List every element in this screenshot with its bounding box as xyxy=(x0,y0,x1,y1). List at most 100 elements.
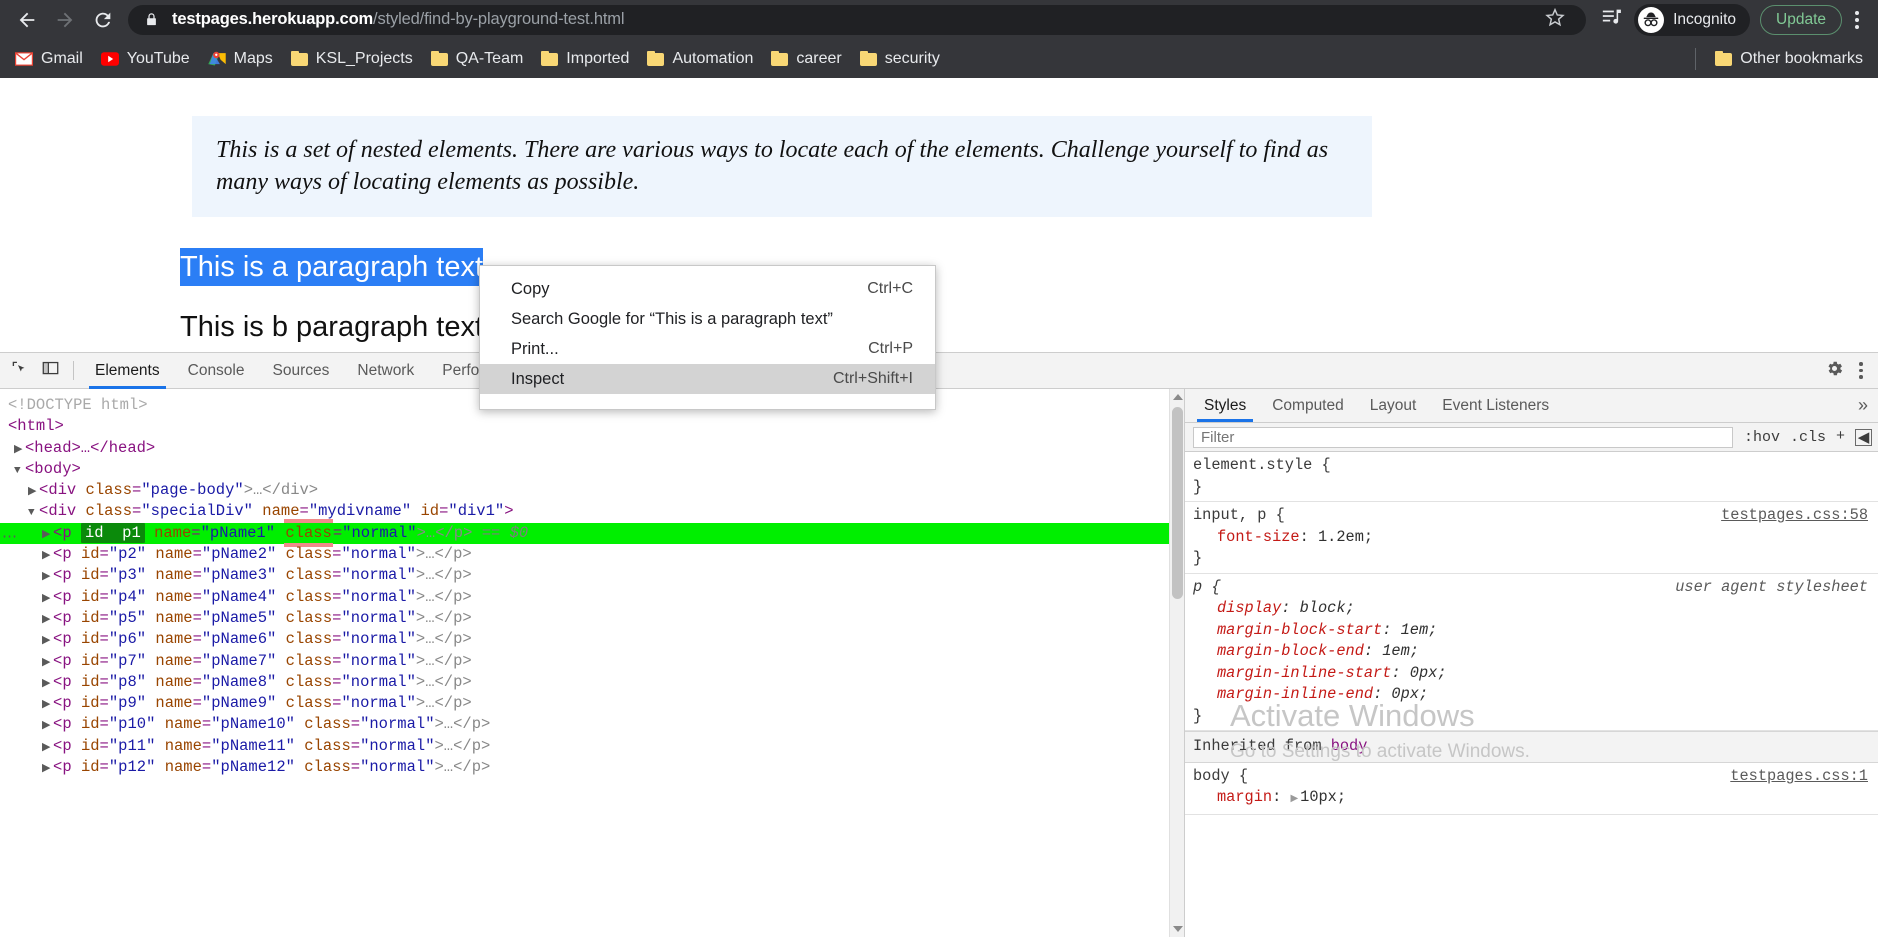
gear-icon xyxy=(1825,359,1844,383)
tab-layout[interactable]: Layout xyxy=(1357,389,1430,422)
expand-triangle-icon[interactable]: ▶ xyxy=(42,631,53,652)
dom-row-head[interactable]: ▶ <head>…</head> xyxy=(0,438,1184,459)
devtools-more-button[interactable] xyxy=(1850,357,1872,385)
styles-tabs-overflow-button[interactable]: » xyxy=(1848,389,1878,422)
other-bookmarks-button[interactable]: Other bookmarks xyxy=(1706,44,1872,74)
collapse-triangle-icon[interactable]: ▼ xyxy=(14,461,25,482)
attr-value-class: "normal" xyxy=(341,566,416,585)
dom-row-p8[interactable]: ▶ <p id="p8" name="pName8" class="normal"… xyxy=(0,672,1184,693)
inspect-element-button[interactable] xyxy=(4,356,35,386)
rule-source-link[interactable]: testpages.css:1 xyxy=(1730,766,1878,788)
expand-triangle-icon[interactable]: ▶ xyxy=(42,759,53,780)
dom-row-p11[interactable]: ▶ <p id="p11" name="pName11" class="norma… xyxy=(0,736,1184,757)
scroll-down-icon[interactable] xyxy=(1173,926,1183,932)
bookmark-gmail[interactable]: Gmail xyxy=(6,44,92,74)
bookmark-security[interactable]: security xyxy=(851,44,949,74)
tab-elements[interactable]: Elements xyxy=(81,353,174,389)
dom-row-html[interactable]: <html> xyxy=(0,416,1184,437)
dom-row-p12[interactable]: ▶ <p id="p12" name="pName12" class="norma… xyxy=(0,757,1184,778)
update-button[interactable]: Update xyxy=(1760,4,1842,35)
dom-row-p10[interactable]: ▶ <p id="p10" name="pName10" class="norma… xyxy=(0,714,1184,735)
bookmark-ksl-projects[interactable]: KSL_Projects xyxy=(282,44,422,74)
collapse-triangle-icon[interactable]: ▼ xyxy=(28,503,39,524)
dom-tree-scrollbar[interactable] xyxy=(1169,389,1184,937)
paragraph-p1-selected[interactable]: This is a paragraph text xyxy=(180,248,484,286)
reload-button[interactable] xyxy=(84,1,122,39)
expand-triangle-icon[interactable]: ▶ xyxy=(42,674,53,695)
bookmark-star-button[interactable] xyxy=(1538,3,1572,37)
bookmark-maps[interactable]: Maps xyxy=(199,44,282,74)
bookmark-automation[interactable]: Automation xyxy=(638,44,762,74)
dom-row-page-body-div[interactable]: ▶ <div class="page-body">…</div> xyxy=(0,480,1184,501)
bookmark-youtube[interactable]: YouTube xyxy=(92,44,199,74)
tab-sources[interactable]: Sources xyxy=(259,353,344,389)
dom-tree-pane[interactable]: <!DOCTYPE html> <html> ▶ <head>…</head> ▼… xyxy=(0,389,1185,937)
address-bar[interactable]: testpages.herokuapp.com/styled/find-by-p… xyxy=(128,3,1587,37)
expand-triangle-icon[interactable]: ▶ xyxy=(28,482,39,503)
incognito-indicator[interactable]: Incognito xyxy=(1634,3,1751,36)
media-control-button[interactable] xyxy=(1594,2,1630,38)
tab-network[interactable]: Network xyxy=(343,353,428,389)
scroll-up-icon[interactable] xyxy=(1173,394,1183,400)
expand-triangle-icon[interactable]: ▶ xyxy=(42,738,53,759)
scrollbar-thumb[interactable] xyxy=(1172,407,1183,599)
css-declaration[interactable]: margin-block-end: 1em; xyxy=(1193,641,1878,663)
dom-row-p3[interactable]: ▶ <p id="p3" name="pName3" class="normal"… xyxy=(0,565,1184,586)
css-declaration[interactable]: margin-inline-end: 0px; xyxy=(1193,684,1878,706)
tab-console[interactable]: Console xyxy=(174,353,259,389)
computed-sidebar-toggle[interactable]: ◀ xyxy=(1855,428,1872,447)
style-rule-p-user-agent[interactable]: p { user agent stylesheet display: block… xyxy=(1185,574,1878,731)
expand-triangle-icon[interactable]: ▶ xyxy=(42,546,53,567)
expand-triangle-icon[interactable]: ▶ xyxy=(42,610,53,631)
styles-filter-input[interactable]: Filter xyxy=(1193,426,1733,448)
expand-shorthand-icon[interactable]: ▶ xyxy=(1290,789,1298,811)
expand-triangle-icon[interactable]: ▶ xyxy=(14,440,25,461)
expand-triangle-icon[interactable]: ▶ xyxy=(42,525,53,546)
css-property-value: 1.2em; xyxy=(1317,527,1374,546)
dom-row-selected-p1[interactable]: ⋯ ▶ <p id p1 name="pName1" class="normal">… xyxy=(0,518,1184,547)
style-rule-input-p[interactable]: input, p { testpages.css:58 font-size: 1… xyxy=(1185,502,1878,574)
chrome-menu-button[interactable] xyxy=(1844,2,1870,38)
context-menu-item-copy[interactable]: Copy Ctrl+C xyxy=(480,274,935,304)
cls-toggle-button[interactable]: .cls xyxy=(1790,429,1826,446)
expand-triangle-icon[interactable]: ▶ xyxy=(42,695,53,716)
tab-styles[interactable]: Styles xyxy=(1191,389,1259,422)
style-rule-element-style[interactable]: element.style { } xyxy=(1185,452,1878,502)
dom-row-p2[interactable]: ▶ <p id="p2" name="pName2" class="normal"… xyxy=(0,544,1184,565)
expand-triangle-icon[interactable]: ▶ xyxy=(42,716,53,737)
expand-triangle-icon[interactable]: ▶ xyxy=(42,589,53,610)
rule-source-link[interactable]: testpages.css:58 xyxy=(1721,505,1878,527)
dom-row-p7[interactable]: ▶ <p id="p7" name="pName7" class="normal"… xyxy=(0,651,1184,672)
dom-row-p9[interactable]: ▶ <p id="p9" name="pName9" class="normal"… xyxy=(0,693,1184,714)
dom-row-p5[interactable]: ▶ <p id="p5" name="pName5" class="normal"… xyxy=(0,608,1184,629)
expand-triangle-icon[interactable]: ▶ xyxy=(42,567,53,588)
paragraph-p2[interactable]: This is b paragraph text xyxy=(180,308,483,346)
tab-event-listeners[interactable]: Event Listeners xyxy=(1429,389,1562,422)
css-declaration[interactable]: display: block; xyxy=(1193,598,1878,620)
css-declaration[interactable]: font-size: 1.2em; xyxy=(1193,527,1878,549)
context-menu-item-print[interactable]: Print... Ctrl+P xyxy=(480,334,935,364)
attribute-edit-field[interactable]: id p1 xyxy=(80,522,145,543)
context-menu-item-search-google[interactable]: Search Google for “This is a paragraph t… xyxy=(480,304,935,334)
back-button[interactable] xyxy=(8,1,46,39)
row-tail: > xyxy=(504,502,514,521)
css-declaration[interactable]: margin: ▶ 10px; xyxy=(1193,787,1878,811)
expand-triangle-icon[interactable]: ▶ xyxy=(42,653,53,674)
dom-row-p4[interactable]: ▶ <p id="p4" name="pName4" class="normal"… xyxy=(0,587,1184,608)
css-declaration[interactable]: margin-inline-start: 0px; xyxy=(1193,663,1878,685)
bookmark-imported[interactable]: Imported xyxy=(532,44,638,74)
bookmark-career[interactable]: career xyxy=(762,44,850,74)
tab-computed[interactable]: Computed xyxy=(1259,389,1357,422)
hov-toggle-button[interactable]: :hov xyxy=(1744,429,1780,446)
dom-row-p6[interactable]: ▶ <p id="p6" name="pName6" class="normal"… xyxy=(0,629,1184,650)
context-menu-item-inspect[interactable]: Inspect Ctrl+Shift+I xyxy=(480,364,935,394)
dom-row-body[interactable]: ▼ <body> xyxy=(0,459,1184,480)
dom-row-special-div[interactable]: ▼ <div class="specialDiv" name="mydivname… xyxy=(0,501,1184,522)
devtools-settings-button[interactable] xyxy=(1819,356,1850,386)
css-declaration[interactable]: margin-block-start: 1em; xyxy=(1193,620,1878,642)
new-style-rule-button[interactable]: + xyxy=(1836,429,1845,444)
bookmark-qa-team[interactable]: QA-Team xyxy=(422,44,533,74)
style-rule-body[interactable]: body { testpages.css:1 margin: ▶ 10px; xyxy=(1185,763,1878,815)
forward-button[interactable] xyxy=(46,1,84,39)
device-toolbar-button[interactable] xyxy=(35,356,66,386)
